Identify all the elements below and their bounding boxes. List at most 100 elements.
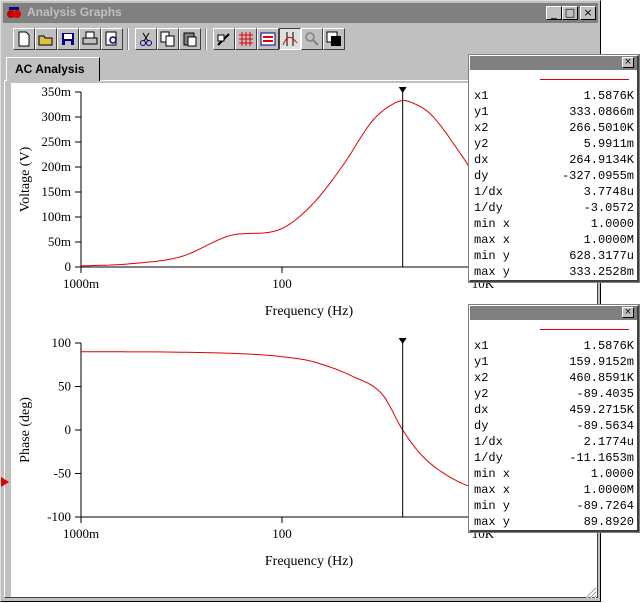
readout-value: 628.3177u (569, 249, 634, 263)
readout-close-button[interactable]: × (622, 57, 634, 68)
readout-legend (470, 320, 637, 338)
readout-row: max x 1.0000M (470, 482, 637, 498)
tab-ac-analysis[interactable]: AC Analysis (6, 57, 100, 81)
readout-row: x2 266.5010K (470, 120, 637, 136)
readout-row: 1/dx 2.1774u (470, 434, 637, 450)
readout-value: 1.0000 (590, 217, 634, 231)
readout-value: -327.0955m (561, 169, 634, 183)
x-tick-label: 100 (272, 276, 292, 291)
readout-row: dy -89.5634 (470, 418, 637, 434)
readout-key: max y (474, 515, 511, 529)
readout-key: 1/dy (474, 451, 503, 465)
readout-value: 460.8591K (569, 371, 634, 385)
x-axis-title: Frequency (Hz) (265, 554, 354, 569)
legend-line (540, 79, 629, 80)
readout-value: -3.0572 (583, 201, 634, 215)
readout-row: 1/dx 3.7748u (470, 184, 637, 200)
y-tick-label: 100 (52, 335, 72, 350)
readout-row: min y -89.7264 (470, 498, 637, 514)
readout-value: 2.1774u (583, 435, 634, 449)
cursor-readout-voltage: × x1 1.5876K y1 333.0866m x2 266.5010K y2 5.991… (468, 54, 640, 283)
readout-key: max y (474, 265, 511, 279)
x-tick-label: 1000m (63, 276, 99, 291)
readout-title-bar[interactable]: × (470, 56, 637, 70)
y-tick-label: -100 (47, 509, 71, 524)
readout-value: 333.0866m (569, 105, 634, 119)
readout-key: max x (474, 233, 511, 247)
readout-row: y2 -89.4035 (470, 386, 637, 402)
cursor-readout-phase: × x1 1.5876K y1 159.9152m x2 460.8591K y2 -89.4… (468, 304, 640, 533)
readout-key: y2 (474, 137, 489, 151)
y-axis-title: Voltage (V) (18, 146, 33, 212)
readout-rows: x1 1.5876K y1 333.0866m x2 266.5010K y2 5.9911m… (470, 88, 637, 280)
readout-close-button[interactable]: × (622, 307, 634, 318)
readout-key: x1 (474, 89, 489, 103)
readout-row: 1/dy -3.0572 (470, 200, 637, 216)
readout-key: x1 (474, 339, 489, 353)
readout-key: dx (474, 403, 489, 417)
cursor-handle (398, 87, 407, 93)
readout-value: 459.2715K (569, 403, 634, 417)
readout-value: 159.9152m (569, 355, 634, 369)
legend-line (540, 329, 629, 330)
y-tick-label: 300m (41, 109, 71, 124)
readout-value: 333.2528m (569, 265, 634, 279)
readout-key: dx (474, 153, 489, 167)
readout-row: y1 159.9152m (470, 354, 637, 370)
readout-value: 1.5876K (583, 339, 634, 353)
readout-row: x2 460.8591K (470, 370, 637, 386)
resize-grip-icon[interactable] (585, 587, 597, 599)
readout-key: min x (474, 217, 511, 231)
readout-value: 3.7748u (583, 185, 634, 199)
y-tick-label: 150m (41, 184, 71, 199)
readout-key: dy (474, 419, 489, 433)
readout-row: x1 1.5876K (470, 338, 637, 354)
readout-title-bar[interactable]: × (470, 306, 637, 320)
x-axis-title: Frequency (Hz) (265, 304, 354, 319)
y-axis-title: Phase (deg) (18, 397, 33, 463)
readout-key: x2 (474, 371, 489, 385)
readout-row: min x 1.0000 (470, 466, 637, 482)
x-tick-label: 1000m (63, 526, 99, 541)
readout-row: y1 333.0866m (470, 104, 637, 120)
readout-value: -89.7264 (576, 499, 634, 513)
tab-label: AC Analysis (15, 62, 85, 76)
readout-key: 1/dx (474, 435, 503, 449)
readout-row: max x 1.0000M (470, 232, 637, 248)
readout-row: dy -327.0955m (470, 168, 637, 184)
y-tick-label: 0 (65, 422, 72, 437)
readout-key: min y (474, 249, 511, 263)
readout-value: 266.5010K (569, 121, 634, 135)
readout-key: max x (474, 483, 511, 497)
y-tick-label: 50m (48, 234, 71, 249)
readout-value: 5.9911m (583, 137, 634, 151)
readout-row: max y 333.2528m (470, 264, 637, 280)
readout-key: y2 (474, 387, 489, 401)
y-tick-label: 350m (41, 84, 71, 99)
readout-value: -89.5634 (576, 419, 634, 433)
readout-value: 264.9134K (569, 153, 634, 167)
readout-key: y1 (474, 105, 489, 119)
readout-value: 1.0000 (590, 467, 634, 481)
readout-row: 1/dy -11.1653m (470, 450, 637, 466)
cursor-handle (398, 338, 407, 344)
readout-row: dx 459.2715K (470, 402, 637, 418)
readout-value: -11.1653m (569, 451, 634, 465)
readout-value: -89.4035 (576, 387, 634, 401)
readout-value: 1.5876K (583, 89, 634, 103)
y-tick-label: 100m (41, 209, 71, 224)
readout-row: dx 264.9134K (470, 152, 637, 168)
y-tick-label: 50 (58, 379, 71, 394)
selected-trace-marker[interactable] (1, 477, 9, 487)
readout-rows: x1 1.5876K y1 159.9152m x2 460.8591K y2 -89.403… (470, 338, 637, 530)
readout-key: min x (474, 467, 511, 481)
readout-key: dy (474, 169, 489, 183)
readout-key: x2 (474, 121, 489, 135)
readout-key: min y (474, 499, 511, 513)
y-tick-label: 250m (41, 134, 71, 149)
readout-value: 1.0000M (583, 483, 634, 497)
y-tick-label: -50 (54, 466, 71, 481)
readout-row: x1 1.5876K (470, 88, 637, 104)
readout-value: 89.8920 (583, 515, 634, 529)
readout-key: y1 (474, 355, 489, 369)
